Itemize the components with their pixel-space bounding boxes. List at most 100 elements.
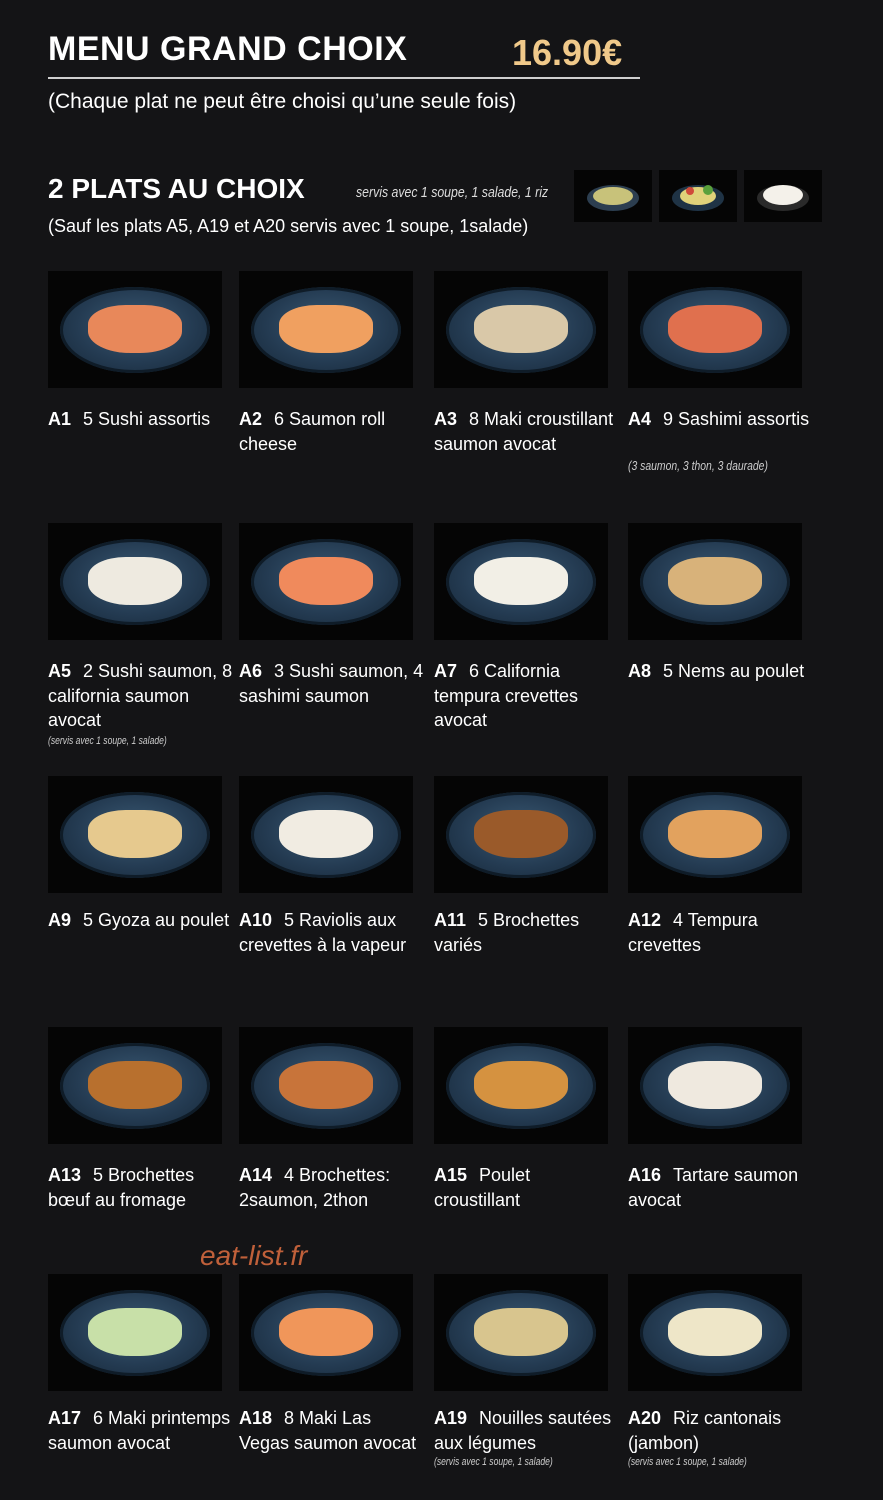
dish-label: A20 Riz cantonais (jambon)	[628, 1406, 814, 1455]
dish-code: A4	[628, 409, 652, 429]
dish-name: 3 Sushi saumon, 4 sashimi saumon	[239, 661, 424, 706]
dish-code: A12	[628, 910, 662, 930]
dish-name: 2 Sushi saumon, 8 california saumon avoc…	[48, 661, 233, 730]
dish-label: A10 5 Raviolis aux crevettes à la vapeur	[239, 908, 425, 957]
dish-photo	[628, 523, 802, 640]
food	[474, 810, 568, 858]
dish-name: 9 Sashimi assortis	[663, 409, 810, 429]
dish-photo	[434, 1274, 608, 1391]
dish-photo	[239, 523, 413, 640]
food	[279, 1308, 373, 1356]
food	[279, 305, 373, 353]
dish-detail: (3 saumon, 3 thon, 3 daurade)	[628, 458, 768, 473]
dish-photo	[434, 271, 608, 388]
dish-code: A17	[48, 1408, 82, 1428]
dish-code: A16	[628, 1165, 662, 1185]
dish-code: A2	[239, 409, 263, 429]
dish-code: A8	[628, 661, 652, 681]
food	[88, 1308, 182, 1356]
salad-image	[659, 170, 737, 222]
dish-photo	[48, 1027, 222, 1144]
food	[668, 810, 762, 858]
dish-code: A18	[239, 1408, 273, 1428]
dish-label: A2 6 Saumon roll cheese	[239, 407, 425, 456]
food	[668, 305, 762, 353]
dish-photo	[628, 776, 802, 893]
dish-photo	[48, 271, 222, 388]
dish-code: A1	[48, 409, 72, 429]
dish-label: A15 Poulet croustillant	[434, 1163, 620, 1212]
dish-label: A9 5 Gyoza au poulet	[48, 908, 234, 933]
dish-photo	[434, 776, 608, 893]
dish-name: 5 Gyoza au poulet	[83, 910, 230, 930]
dish-name: 8 Maki croustillant saumon avocat	[434, 409, 614, 454]
dish-code: A14	[239, 1165, 273, 1185]
food	[474, 1061, 568, 1109]
dish-label: A12 4 Tempura crevettes	[628, 908, 814, 957]
food	[88, 305, 182, 353]
rice-image	[744, 170, 822, 222]
food	[279, 557, 373, 605]
dish-served-note: (servis avec 1 soupe, 1 salade)	[48, 735, 167, 747]
dish-label: A1 5 Sushi assortis	[48, 407, 234, 432]
dish-label: A18 8 Maki Las Vegas saumon avocat	[239, 1406, 425, 1455]
dish-code: A19	[434, 1408, 468, 1428]
dish-label: A5 2 Sushi saumon, 8 california saumon av…	[48, 659, 234, 733]
food	[474, 305, 568, 353]
dish-label: A13 5 Brochettes bœuf au fromage	[48, 1163, 234, 1212]
dish-photo	[434, 1027, 608, 1144]
food	[88, 1061, 182, 1109]
dish-code: A7	[434, 661, 458, 681]
dish-label: A7 6 California tempura crevettes avocat	[434, 659, 620, 733]
section-served-with: servis avec 1 soupe, 1 salade, 1 riz	[356, 184, 549, 201]
food	[474, 557, 568, 605]
dish-code: A11	[434, 910, 467, 930]
dish-photo	[239, 1027, 413, 1144]
dish-code: A15	[434, 1165, 468, 1185]
menu-price: 16.90€	[512, 32, 623, 73]
menu-subtitle: (Chaque plat ne peut être choisi qu’une …	[48, 90, 517, 113]
watermark: eat-list.fr	[200, 1240, 308, 1271]
dish-code: A3	[434, 409, 458, 429]
dish-code: A6	[239, 661, 263, 681]
dish-code: A9	[48, 910, 72, 930]
dish-label: A17 6 Maki printemps saumon avocat	[48, 1406, 234, 1455]
dish-photo	[628, 1274, 802, 1391]
title-divider	[48, 77, 640, 79]
food	[668, 557, 762, 605]
dish-name: 5 Nems au poulet	[663, 661, 805, 681]
dish-served-note: (servis avec 1 soupe, 1 salade)	[628, 1456, 747, 1468]
dish-code: A20	[628, 1408, 662, 1428]
dish-label: A19 Nouilles sautées aux légumes	[434, 1406, 620, 1455]
dish-photo	[48, 523, 222, 640]
section-note: (Sauf les plats A5, A19 et A20 servis av…	[48, 216, 529, 236]
dish-label: A8 5 Nems au poulet	[628, 659, 814, 684]
dish-label: A3 8 Maki croustillant saumon avocat	[434, 407, 620, 456]
food	[668, 1308, 762, 1356]
dish-photo	[628, 1027, 802, 1144]
dish-photo	[48, 1274, 222, 1391]
dish-label: A11 5 Brochettes variés	[434, 908, 620, 957]
dish-photo	[434, 523, 608, 640]
dish-photo	[239, 776, 413, 893]
section-title: 2 PLATS AU CHOIX	[48, 173, 305, 204]
dish-photo	[239, 1274, 413, 1391]
soup-image	[574, 170, 652, 222]
food	[88, 810, 182, 858]
dish-photo	[48, 776, 222, 893]
dish-label: A4 9 Sashimi assortis	[628, 407, 814, 432]
dish-label: A14 4 Brochettes: 2saumon, 2thon	[239, 1163, 425, 1212]
dish-label: A6 3 Sushi saumon, 4 sashimi saumon	[239, 659, 425, 708]
dish-photo	[628, 271, 802, 388]
dish-photo	[239, 271, 413, 388]
food	[88, 557, 182, 605]
food	[474, 1308, 568, 1356]
dish-label: A16 Tartare saumon avocat	[628, 1163, 814, 1212]
food	[668, 1061, 762, 1109]
dish-code: A13	[48, 1165, 82, 1185]
menu-title: MENU GRAND CHOIX	[48, 30, 408, 68]
food	[279, 810, 373, 858]
dish-code: A10	[239, 910, 273, 930]
dish-name: 5 Sushi assortis	[83, 409, 211, 429]
dish-served-note: (servis avec 1 soupe, 1 salade)	[434, 1456, 553, 1468]
